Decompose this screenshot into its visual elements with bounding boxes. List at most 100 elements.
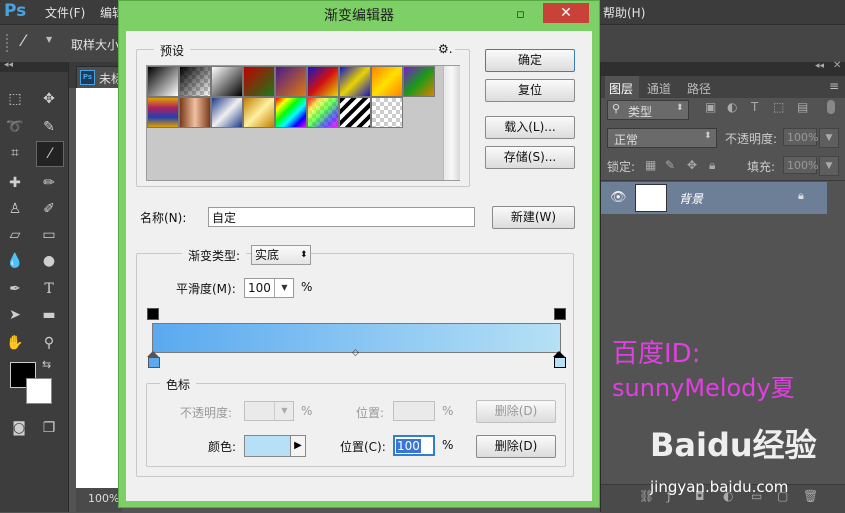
delete-color-stop-button[interactable]: 删除(D) [476,435,556,458]
preset-swatch[interactable] [275,66,307,97]
layer-filter-select[interactable]: ⚲ 类型 ⬍ [607,100,689,120]
lock-transparency-icon[interactable]: ▦ [645,158,656,172]
stop-color-location-value: 100 [396,439,421,453]
brush-tool-icon[interactable]: ✏ [38,172,60,194]
crop-tool-icon[interactable]: ⌗ [4,142,26,164]
chevron-down-icon[interactable]: ▼ [274,279,294,297]
opacity-stop-end[interactable] [554,308,566,320]
presets-scrollbar[interactable] [443,66,460,180]
smoothness-input[interactable]: 100 ▼ [244,278,294,298]
preset-swatch[interactable] [371,66,403,97]
collapse-icon[interactable]: ◂◂ [4,60,13,70]
color-stop-start[interactable] [148,357,160,368]
smoothness-value: 100 [248,281,271,295]
zoom-tool-icon[interactable]: ⚲ [38,332,60,354]
path-selection-icon[interactable]: ➤ [4,304,26,326]
lasso-tool-icon[interactable]: ➰ [4,116,26,138]
preset-swatch[interactable] [339,97,371,128]
quick-mask-icon[interactable]: ◙ [8,417,30,439]
preset-swatch[interactable] [211,97,243,128]
healing-tool-icon[interactable]: ✚ [4,172,26,194]
baidu-jingyan-logo: Baidu经验 [650,426,817,464]
tab-paths[interactable]: 路径 [687,80,711,97]
quick-selection-icon[interactable]: ✎ [38,116,60,138]
type-tool-icon[interactable]: T [38,278,60,300]
move-tool-icon[interactable]: ✥ [38,88,60,110]
fill-input[interactable]: 100% [783,156,818,174]
collapse-icon[interactable]: ◂◂ [815,61,824,71]
lock-all-icon[interactable]: 🔒︎ [709,158,715,173]
preset-swatch[interactable] [179,97,211,128]
filter-type-icon[interactable]: T [751,100,758,114]
chevron-down-icon[interactable]: ▼ [819,156,839,176]
preset-swatch[interactable] [211,66,243,97]
preset-swatch[interactable] [243,97,275,128]
eyedropper-tool-icon[interactable]: ⁄ [22,31,25,50]
opacity-input[interactable]: 100% [783,128,818,146]
stamp-tool-icon[interactable]: ♙ [4,198,26,220]
eraser-tool-icon[interactable]: ▱ [4,224,26,246]
midpoint-diamond[interactable]: ◇ [352,348,359,358]
menu-help[interactable]: 帮助(H) [603,4,645,21]
swap-colors-icon[interactable]: ⇆ [42,358,51,371]
new-button[interactable]: 新建(W) [492,206,575,229]
name-label: 名称(N): [140,211,187,225]
preset-swatch[interactable] [339,66,371,97]
gradient-tool-icon[interactable]: ▭ [38,224,60,246]
preset-swatch[interactable] [147,66,179,97]
tab-channels[interactable]: 通道 [647,80,671,97]
filter-toggle[interactable] [827,100,835,114]
close-button[interactable]: ✕ [543,3,589,23]
eye-icon[interactable]: 👁︎ [610,190,627,205]
filter-shape-icon[interactable]: ⬚ [773,100,784,114]
canvas[interactable] [76,88,122,488]
history-brush-icon[interactable]: ✐ [38,198,60,220]
pen-tool-icon[interactable]: ✒ [4,278,26,300]
menu-file[interactable]: 文件(F) [45,4,85,21]
panel-menu-icon[interactable]: ≡ [829,79,839,93]
preset-swatch[interactable] [275,97,307,128]
preset-swatch[interactable] [179,66,211,97]
preset-swatch[interactable] [243,66,275,97]
background-color[interactable] [26,378,52,404]
trash-icon[interactable]: 🗑︎ [803,489,818,503]
marquee-tool-icon[interactable]: ⬚ [4,88,26,110]
close-icon[interactable]: ✕ [833,60,841,71]
preset-swatch[interactable] [371,97,403,128]
gradient-type-select[interactable]: 实底 ⬍ [251,245,311,265]
opacity-stop-start[interactable] [147,308,159,320]
help-icon[interactable]: ▫ [516,7,525,22]
filter-smart-icon[interactable]: ▤ [797,100,808,114]
filter-image-icon[interactable]: ▣ [705,100,716,114]
chevron-down-icon[interactable]: ▼ [819,128,839,148]
gear-icon[interactable]: ⚙. [436,42,455,56]
color-stop-end[interactable] [554,357,566,368]
shape-tool-icon[interactable]: ▬ [38,304,60,326]
lock-position-icon[interactable]: ✥ [687,158,697,172]
zoom-level[interactable]: 100% [88,492,119,505]
color-picker-arrow-icon[interactable]: ▶ [290,435,306,457]
layer-row-background[interactable]: 👁︎ 背景 🔒︎ [601,182,827,214]
save-button[interactable]: 存储(S)... [485,146,575,169]
blend-mode-select[interactable]: 正常 ⬍ [607,128,717,148]
filter-adjustment-icon[interactable]: ◐ [727,100,737,114]
ok-button[interactable]: 确定 [485,49,575,72]
chevron-down-icon[interactable]: ▼ [46,35,52,44]
reset-button[interactable]: 复位 [485,79,575,102]
eyedropper-tool-icon[interactable]: ⁄ [36,141,64,167]
preset-swatch[interactable] [307,97,339,128]
hand-tool-icon[interactable]: ✋ [4,332,26,354]
preset-swatch[interactable] [307,66,339,97]
name-input[interactable]: 自定 [208,207,475,227]
preset-swatch[interactable] [147,97,179,128]
lock-pixels-icon[interactable]: ✎ [665,158,675,172]
dodge-tool-icon[interactable]: ● [38,250,60,272]
stop-color-swatch[interactable] [244,435,292,457]
load-button[interactable]: 载入(L)... [485,116,575,139]
stop-color-location-input[interactable]: 100 [393,435,435,456]
preset-swatch[interactable] [403,66,435,97]
screen-mode-icon[interactable]: ❐ [38,417,60,439]
blur-tool-icon[interactable]: 💧 [4,250,26,272]
presets-list[interactable] [146,65,460,181]
lock-label: 锁定: [607,160,636,174]
